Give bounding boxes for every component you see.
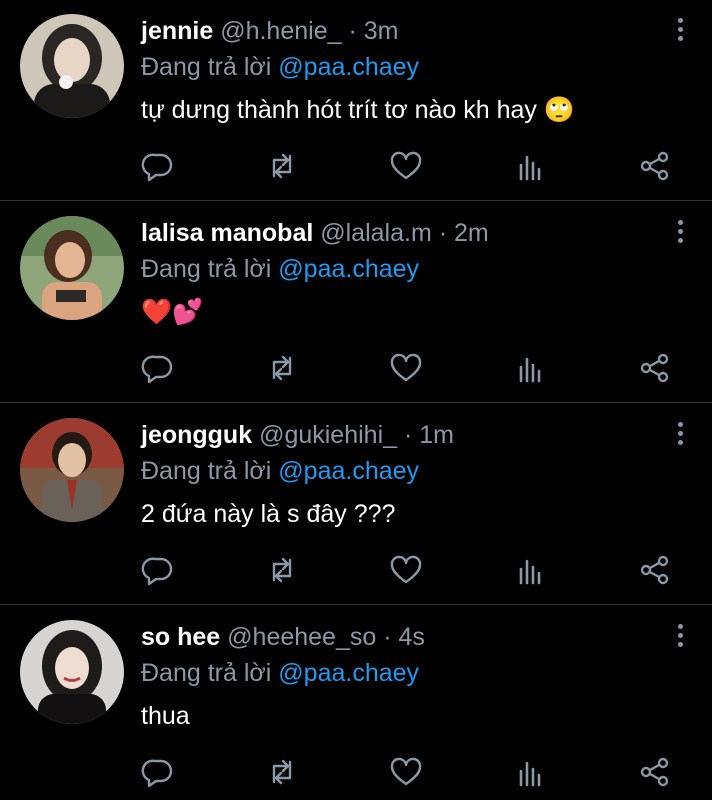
avatar[interactable] bbox=[20, 418, 124, 522]
mention-link[interactable]: @paa.chaey bbox=[278, 457, 419, 485]
tweet[interactable]: jennie @h.henie_ · 3m Đang trả lời @paa.… bbox=[0, 0, 712, 202]
tweet-text: 2 đứa này là s đây ??? bbox=[141, 500, 396, 528]
replying-to: Đang trả lời @paa.chaey bbox=[141, 658, 419, 688]
timestamp[interactable]: · 2m bbox=[439, 219, 489, 247]
action-bar bbox=[141, 755, 681, 789]
avatar[interactable] bbox=[20, 620, 124, 724]
tweet-text: tự dưng thành hót trít tơ nào kh hay 🙄 bbox=[141, 96, 576, 124]
timestamp[interactable]: · 1m bbox=[404, 421, 454, 449]
timestamp[interactable]: · 4s bbox=[383, 623, 425, 651]
display-name[interactable]: so hee bbox=[141, 623, 220, 651]
share-icon[interactable] bbox=[638, 149, 672, 183]
tweet-text: thua bbox=[141, 702, 190, 730]
timestamp[interactable]: · 3m bbox=[348, 17, 398, 45]
retweet-icon[interactable] bbox=[265, 553, 299, 587]
tweet-header: so hee @heehee_so · 4s bbox=[141, 622, 425, 652]
heart-icon[interactable] bbox=[389, 553, 423, 587]
more-vertical-icon[interactable] bbox=[674, 18, 686, 48]
tweet[interactable]: so hee @heehee_so · 4s Đang trả lời @paa… bbox=[0, 606, 712, 800]
replying-label: Đang trả lời bbox=[141, 659, 272, 687]
mention-link[interactable]: @paa.chaey bbox=[278, 659, 419, 687]
action-bar bbox=[141, 553, 681, 587]
display-name[interactable]: jeongguk bbox=[141, 421, 252, 449]
user-handle[interactable]: @lalala.m bbox=[320, 219, 432, 247]
divider bbox=[0, 200, 712, 201]
user-handle[interactable]: @gukiehihi_ bbox=[259, 421, 397, 449]
analytics-icon[interactable] bbox=[514, 755, 548, 789]
tweet[interactable]: jeongguk @gukiehihi_ · 1m Đang trả lời @… bbox=[0, 404, 712, 606]
replying-label: Đang trả lời bbox=[141, 255, 272, 283]
more-vertical-icon[interactable] bbox=[674, 220, 686, 250]
tweet-header: lalisa manobal @lalala.m · 2m bbox=[141, 218, 489, 248]
replying-label: Đang trả lời bbox=[141, 457, 272, 485]
more-vertical-icon[interactable] bbox=[674, 422, 686, 452]
share-icon[interactable] bbox=[638, 755, 672, 789]
heart-icon[interactable] bbox=[389, 351, 423, 385]
replying-to: Đang trả lời @paa.chaey bbox=[141, 52, 419, 82]
share-icon[interactable] bbox=[638, 351, 672, 385]
tweet[interactable]: lalisa manobal @lalala.m · 2m Đang trả l… bbox=[0, 202, 712, 404]
display-name[interactable]: lalisa manobal bbox=[141, 219, 313, 247]
reply-icon[interactable] bbox=[141, 149, 175, 183]
reply-icon[interactable] bbox=[141, 351, 175, 385]
heart-icon[interactable] bbox=[389, 755, 423, 789]
action-bar bbox=[141, 149, 681, 183]
tweet-text: ❤️💕 bbox=[141, 298, 204, 326]
retweet-icon[interactable] bbox=[265, 149, 299, 183]
user-handle[interactable]: @heehee_so bbox=[227, 623, 376, 651]
replying-label: Đang trả lời bbox=[141, 53, 272, 81]
user-handle[interactable]: @h.henie_ bbox=[220, 17, 341, 45]
analytics-icon[interactable] bbox=[514, 149, 548, 183]
divider bbox=[0, 402, 712, 403]
mention-link[interactable]: @paa.chaey bbox=[278, 255, 419, 283]
heart-icon[interactable] bbox=[389, 149, 423, 183]
reply-feed: jennie @h.henie_ · 3m Đang trả lời @paa.… bbox=[0, 0, 712, 800]
display-name[interactable]: jennie bbox=[141, 17, 213, 45]
avatar[interactable] bbox=[20, 14, 124, 118]
action-bar bbox=[141, 351, 681, 385]
reply-icon[interactable] bbox=[141, 553, 175, 587]
replying-to: Đang trả lời @paa.chaey bbox=[141, 254, 419, 284]
reply-icon[interactable] bbox=[141, 755, 175, 789]
replying-to: Đang trả lời @paa.chaey bbox=[141, 456, 419, 486]
mention-link[interactable]: @paa.chaey bbox=[278, 53, 419, 81]
tweet-header: jennie @h.henie_ · 3m bbox=[141, 16, 398, 46]
share-icon[interactable] bbox=[638, 553, 672, 587]
tweet-header: jeongguk @gukiehihi_ · 1m bbox=[141, 420, 454, 450]
analytics-icon[interactable] bbox=[514, 351, 548, 385]
divider bbox=[0, 604, 712, 605]
more-vertical-icon[interactable] bbox=[674, 624, 686, 654]
retweet-icon[interactable] bbox=[265, 755, 299, 789]
analytics-icon[interactable] bbox=[514, 553, 548, 587]
avatar[interactable] bbox=[20, 216, 124, 320]
retweet-icon[interactable] bbox=[265, 351, 299, 385]
